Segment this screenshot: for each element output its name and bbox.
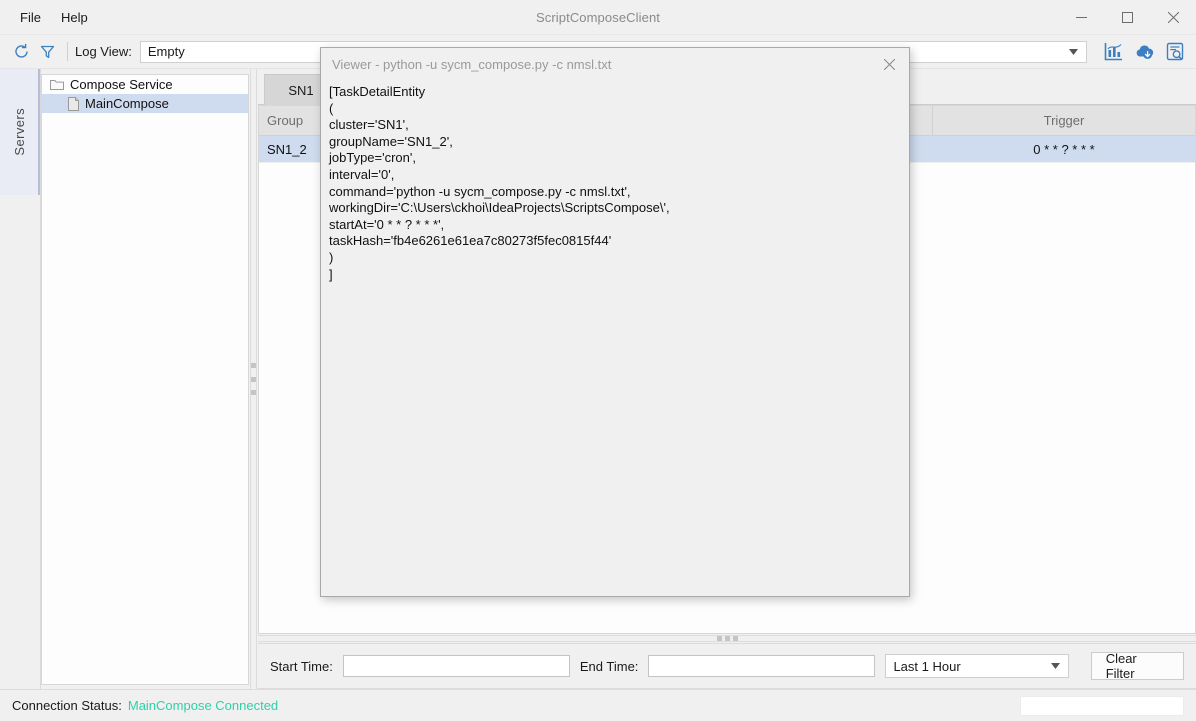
- filter-button[interactable]: [34, 39, 60, 65]
- menu-item-file[interactable]: File: [10, 6, 51, 29]
- time-range-combo[interactable]: Last 1 Hour: [885, 654, 1069, 678]
- toolbar-right-icons: [1095, 39, 1188, 64]
- vertical-tab-strip: Servers: [0, 69, 41, 689]
- title-bar: ScriptComposeClient File Help: [0, 0, 1196, 35]
- tab-sn1-label: SN1: [288, 82, 314, 98]
- tree-item-maincompose[interactable]: MainCompose: [42, 94, 248, 113]
- server-tree-panel: Compose Service MainCompose: [41, 74, 249, 685]
- column-header-trigger[interactable]: Trigger: [933, 106, 1195, 135]
- document-search-button[interactable]: [1163, 39, 1188, 64]
- tree-item-compose-service[interactable]: Compose Service: [42, 75, 248, 94]
- horizontal-splitter-grip: [716, 636, 738, 641]
- toolbar-divider: [67, 42, 68, 61]
- close-icon: [883, 58, 895, 70]
- start-time-input[interactable]: [342, 655, 570, 677]
- splitter-grip: [251, 363, 256, 395]
- tree-item-label: MainCompose: [85, 96, 169, 111]
- vertical-tab-servers[interactable]: Servers: [0, 69, 40, 195]
- filter-funnel-icon: [40, 45, 54, 59]
- window-title: ScriptComposeClient: [535, 9, 660, 25]
- menu-item-help[interactable]: Help: [51, 6, 98, 29]
- window-controls: [1058, 0, 1196, 34]
- connection-status-value: MainCompose Connected: [127, 698, 279, 713]
- cloud-download-icon: [1136, 45, 1154, 59]
- chevron-down-icon: [1065, 42, 1082, 62]
- clear-filter-button[interactable]: Clear Filter: [1090, 651, 1184, 681]
- application-window: ScriptComposeClient File Help Log View: …: [0, 0, 1196, 721]
- vertical-splitter[interactable]: [249, 69, 258, 689]
- minimize-button[interactable]: [1058, 0, 1104, 34]
- menu-bar: File Help: [0, 0, 98, 34]
- time-range-value: Last 1 Hour: [893, 658, 961, 674]
- cell-trigger: 0 * * ? * * *: [1033, 141, 1095, 157]
- viewer-dialog-title-bar: Viewer - python -u sycm_compose.py -c nm…: [321, 48, 909, 80]
- status-bar: Connection Status: MainCompose Connected: [0, 689, 1196, 721]
- server-icon: [68, 96, 79, 111]
- cloud-download-button[interactable]: [1132, 39, 1157, 64]
- maximize-button[interactable]: [1104, 0, 1150, 34]
- viewer-dialog-title: Viewer - python -u sycm_compose.py -c nm…: [332, 56, 612, 72]
- filter-bar: Start Time: End Time: Last 1 Hour Clear …: [258, 643, 1196, 689]
- end-time-input[interactable]: [648, 655, 876, 677]
- tree-item-label: Compose Service: [70, 77, 173, 92]
- end-time-label: End Time:: [579, 658, 639, 674]
- minimize-icon: [1075, 16, 1087, 18]
- statistics-chart-icon: [1104, 43, 1122, 61]
- viewer-dialog-body[interactable]: [TaskDetailEntity ( cluster='SN1', group…: [321, 80, 909, 596]
- maximize-icon: [1121, 11, 1133, 23]
- vertical-tab-servers-label: Servers: [11, 108, 27, 156]
- chevron-down-icon: [1047, 656, 1064, 676]
- folder-icon: [50, 79, 64, 91]
- horizontal-splitter[interactable]: [258, 634, 1196, 643]
- close-button[interactable]: [1150, 0, 1196, 34]
- viewer-dialog: Viewer - python -u sycm_compose.py -c nm…: [320, 47, 910, 597]
- refresh-icon: [14, 43, 28, 58]
- close-icon: [1167, 11, 1179, 23]
- start-time-label: Start Time:: [270, 658, 333, 674]
- connection-status-label: Connection Status:: [12, 698, 122, 713]
- document-search-icon: [1166, 42, 1184, 61]
- log-view-label: Log View:: [75, 44, 132, 59]
- clear-filter-label: Clear Filter: [1105, 651, 1137, 681]
- statistics-chart-button[interactable]: [1101, 39, 1126, 64]
- status-progress-bar: [1020, 695, 1184, 716]
- refresh-button[interactable]: [8, 39, 34, 65]
- viewer-dialog-content: [TaskDetailEntity ( cluster='SN1', group…: [329, 84, 670, 282]
- viewer-dialog-close-button[interactable]: [869, 48, 909, 80]
